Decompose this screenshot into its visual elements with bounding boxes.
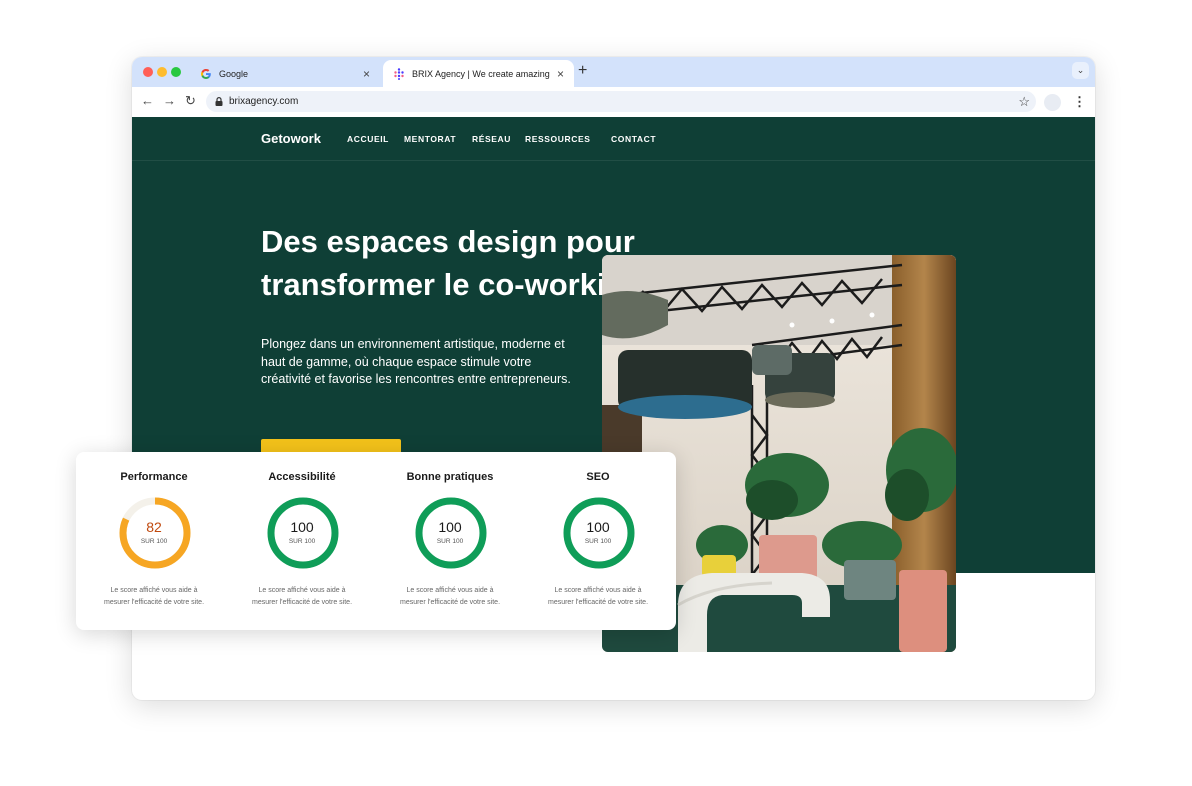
score-label: Accessibilité: [268, 471, 336, 483]
browser-toolbar: ← → ↻ brixagency.com ☆ ⋮: [132, 87, 1095, 118]
score-performance: Performance 82 SUR 100 Le score affiché …: [80, 452, 228, 630]
more-menu-icon[interactable]: ⋮: [1073, 94, 1086, 110]
nav-link-ressources[interactable]: RESSOURCES: [525, 134, 591, 144]
score-label: Performance: [120, 471, 188, 483]
caption-line: mesurer l'efficacité de votre site.: [103, 599, 205, 606]
close-tab-icon[interactable]: ×: [363, 67, 370, 81]
caption-line: Le score affiché vous aide à: [110, 587, 198, 594]
caption-line: mesurer l'efficacité de votre site.: [399, 599, 501, 606]
score-scale: SUR 100: [584, 538, 612, 545]
score-caption: Le score affiché vous aide à mesurer l'e…: [242, 585, 362, 609]
maximize-window-button[interactable]: [171, 67, 181, 77]
score-caption: Le score affiché vous aide à mesurer l'e…: [94, 585, 214, 609]
close-window-button[interactable]: [143, 67, 153, 77]
score-accessibilite: Accessibilité 100 SUR 100 Le score affic…: [228, 452, 376, 630]
score-value: 100: [438, 519, 462, 535]
back-arrow-icon[interactable]: ←: [141, 94, 154, 108]
caption-line: Le score affiché vous aide à: [554, 587, 642, 594]
nav-link-mentorat[interactable]: MENTORAT: [404, 134, 456, 144]
score-bonne-pratiques: Bonne pratiques 100 SUR 100 Le score aff…: [376, 452, 524, 630]
site-logo[interactable]: Getowork: [261, 131, 321, 146]
score-label: Bonne pratiques: [406, 471, 494, 483]
score-scale: SUR 100: [436, 538, 464, 545]
close-tab-icon[interactable]: ×: [557, 67, 564, 81]
google-icon: [200, 68, 211, 79]
caption-line: mesurer l'efficacité de votre site.: [547, 599, 649, 606]
lock-icon: [215, 97, 223, 106]
score-caption: Le score affiché vous aide à mesurer l'e…: [538, 585, 658, 609]
tab-title: BRIX Agency | We create amazing w: [412, 68, 551, 79]
caption-line: Le score affiché vous aide à: [406, 587, 494, 594]
reload-icon[interactable]: ↻: [185, 94, 196, 108]
bookmark-star-icon[interactable]: ☆: [1018, 94, 1030, 110]
score-label: SEO: [586, 471, 610, 483]
nav-link-contact[interactable]: CONTACT: [611, 134, 656, 144]
score-scale: SUR 100: [140, 538, 168, 545]
tab-brix-agency[interactable]: BRIX Agency | We create amazing w ×: [383, 60, 574, 87]
score-value: 82: [146, 519, 162, 535]
address-bar[interactable]: brixagency.com ☆: [206, 91, 1036, 112]
forward-arrow-icon[interactable]: →: [163, 94, 176, 108]
tab-search-chevron-icon[interactable]: ⌄: [1072, 62, 1089, 79]
score-value: 100: [290, 519, 314, 535]
tab-google[interactable]: Google ×: [190, 60, 380, 87]
nav-link-accueil[interactable]: ACCUEIL: [347, 134, 389, 144]
score-seo: SEO 100 SUR 100 Le score affiché vous ai…: [524, 452, 672, 630]
tab-title: Google: [219, 68, 249, 79]
minimize-window-button[interactable]: [157, 67, 167, 77]
score-caption: Le score affiché vous aide à mesurer l'e…: [390, 585, 510, 609]
new-tab-button[interactable]: +: [578, 62, 587, 80]
profile-avatar[interactable]: [1044, 94, 1061, 111]
score-value: 100: [586, 519, 610, 535]
hero-description: Plongez dans un environnement artistique…: [261, 337, 571, 386]
site-navbar: Getowork ACCUEIL MENTORAT RÉSEAU RESSOUR…: [132, 117, 1095, 161]
brix-logo-icon: [394, 67, 404, 80]
url-text: brixagency.com: [229, 96, 299, 107]
tab-bar: Google × BRIX Agency | We create amazing…: [132, 57, 1095, 87]
caption-line: Le score affiché vous aide à: [258, 587, 346, 594]
score-scale: SUR 100: [288, 538, 316, 545]
lighthouse-scores-card: Performance 82 SUR 100 Le score affiché …: [76, 452, 676, 630]
caption-line: mesurer l'efficacité de votre site.: [251, 599, 353, 606]
nav-link-reseau[interactable]: RÉSEAU: [472, 134, 511, 144]
